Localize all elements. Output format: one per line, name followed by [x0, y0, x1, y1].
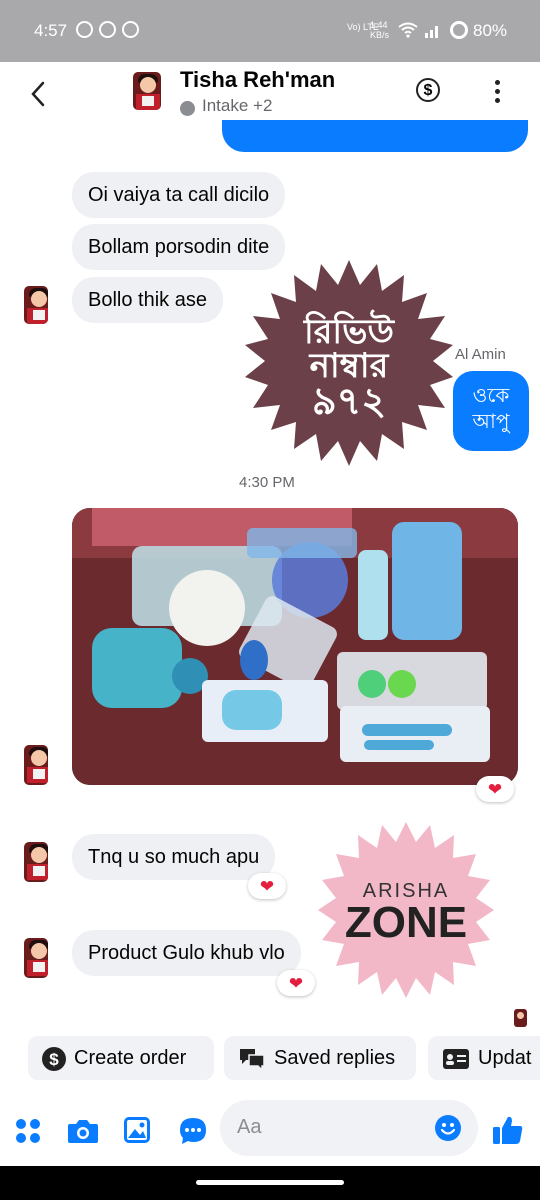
- message-bubble-outgoing[interactable]: ওকে আপু: [453, 371, 529, 451]
- sender-avatar[interactable]: [24, 842, 48, 882]
- update-chip[interactable]: Updat: [428, 1036, 540, 1080]
- chat-bubble-icon[interactable]: [178, 1116, 208, 1146]
- sender-avatar[interactable]: [24, 938, 48, 978]
- status-bar: 4:57 Vo) LTE 1.44 KB/s 80%: [0, 0, 540, 62]
- dollar-icon[interactable]: $: [416, 78, 440, 102]
- baby-products-photo: [72, 508, 518, 785]
- read-receipt-avatar: [514, 1009, 527, 1027]
- message-input[interactable]: Aa: [220, 1100, 478, 1156]
- message-bubble-incoming[interactable]: Oi vaiya ta call dicilo: [72, 172, 286, 218]
- outgoing-line-1: ওকে: [472, 385, 510, 407]
- heart-reaction-icon[interactable]: ❤: [277, 970, 315, 996]
- sender-name: Al Amin: [455, 346, 506, 363]
- create-order-chip[interactable]: $ Create order: [28, 1036, 214, 1080]
- messenger-icon: [99, 21, 116, 38]
- sender-avatar[interactable]: [24, 745, 48, 785]
- wifi-icon: [398, 22, 418, 38]
- review-label: রিভিউ: [304, 313, 394, 351]
- saved-replies-chip[interactable]: Saved replies: [224, 1036, 416, 1080]
- apps-grid-icon[interactable]: [14, 1117, 42, 1145]
- home-gesture-handle[interactable]: [196, 1180, 344, 1185]
- outgoing-line-2: আপু: [472, 411, 510, 433]
- message-timestamp: 4:30 PM: [239, 474, 295, 491]
- emoji-icon[interactable]: [434, 1114, 462, 1142]
- saved-replies-icon: [240, 1048, 265, 1071]
- thumbs-up-icon[interactable]: [492, 1114, 524, 1146]
- create-order-label: Create order: [74, 1047, 187, 1069]
- status-dot-icon: [180, 101, 195, 116]
- more-options-icon[interactable]: [495, 80, 501, 107]
- signal-icon: [425, 26, 438, 38]
- notification-icon: [122, 21, 139, 38]
- system-nav-bar: [0, 1166, 540, 1200]
- contact-avatar[interactable]: [133, 72, 161, 110]
- outgoing-bubble-previous[interactable]: [222, 120, 528, 152]
- update-label: Updat: [478, 1047, 532, 1069]
- message-bubble-incoming[interactable]: Tnq u so much apu: [72, 834, 276, 880]
- contact-card-icon: [443, 1048, 469, 1069]
- camera-icon[interactable]: [67, 1118, 99, 1144]
- review-number-word: নাম্বার: [309, 347, 389, 385]
- review-number: ৯৭২: [311, 381, 387, 423]
- dollar-icon: $: [42, 1046, 66, 1071]
- message-input-placeholder: Aa: [237, 1116, 262, 1138]
- contact-name[interactable]: Tisha Reh'man: [180, 67, 335, 93]
- message-bubble-incoming[interactable]: Bollo thik ase: [72, 277, 223, 323]
- battery-level: 80%: [473, 21, 508, 40]
- saved-replies-label: Saved replies: [274, 1047, 396, 1069]
- back-arrow-icon[interactable]: [30, 81, 46, 107]
- gallery-icon[interactable]: [123, 1116, 151, 1144]
- message-bubble-incoming[interactable]: Product Gulo khub vlo: [72, 930, 301, 976]
- status-time: 4:57: [34, 21, 68, 40]
- whatsapp-icon: [76, 21, 93, 38]
- heart-reaction-icon[interactable]: ❤: [248, 873, 286, 899]
- photo-message[interactable]: [72, 508, 518, 785]
- battery-icon: [450, 21, 468, 39]
- speed-label: 1.44 KB/s: [370, 20, 390, 40]
- brand-label-bottom: ZONE: [344, 898, 468, 947]
- heart-reaction-icon[interactable]: ❤: [476, 776, 514, 802]
- sender-avatar[interactable]: [24, 286, 48, 324]
- contact-subtitle[interactable]: Intake +2: [202, 96, 272, 116]
